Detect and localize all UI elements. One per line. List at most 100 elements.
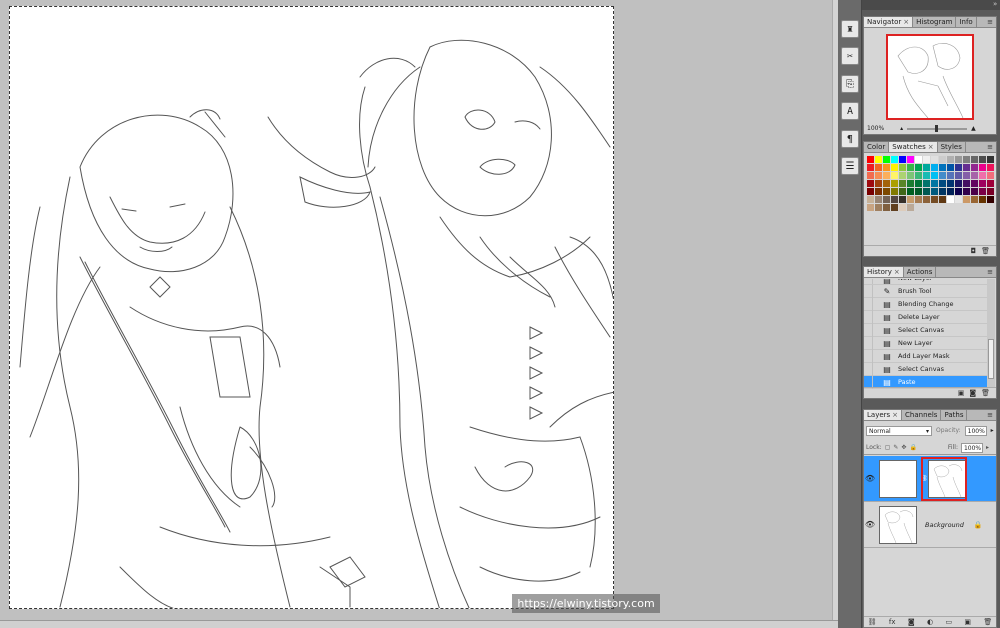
swatch-color[interactable] [955, 196, 963, 204]
add-mask-icon[interactable]: ◙ [908, 618, 915, 626]
tab-color[interactable]: Color [864, 142, 890, 152]
swatch-color[interactable] [939, 196, 947, 204]
swatch-color[interactable] [891, 180, 899, 188]
history-item[interactable]: ▤ Delete Layer [864, 310, 988, 324]
swatch-color[interactable] [931, 164, 939, 172]
swatch-color[interactable] [875, 156, 883, 164]
swatch-color[interactable] [867, 196, 875, 204]
zoom-out-icon[interactable]: ▴ [900, 125, 903, 132]
new-document-icon[interactable]: ▣ [958, 389, 965, 397]
history-scrollbar[interactable] [987, 279, 995, 387]
clone-source-icon[interactable]: ⎘ [841, 75, 859, 93]
swatch-color[interactable] [963, 196, 971, 204]
swatch-color[interactable] [907, 180, 915, 188]
swatch-color[interactable] [939, 188, 947, 196]
swatch-color[interactable] [907, 172, 915, 180]
swatch-color[interactable] [875, 204, 883, 212]
panel-menu-icon[interactable]: ≡ [987, 143, 993, 151]
swatch-color[interactable] [915, 180, 923, 188]
swatch-color[interactable] [923, 180, 931, 188]
new-layer-icon[interactable]: ▣ [964, 618, 971, 626]
swatch-color[interactable] [907, 204, 915, 212]
swatch-color[interactable] [947, 156, 955, 164]
swatch-color[interactable] [891, 188, 899, 196]
swatch-color[interactable] [899, 196, 907, 204]
layer-thumbnail[interactable] [879, 505, 917, 544]
fill-field[interactable]: 100% [960, 442, 983, 453]
swatch-color[interactable] [867, 180, 875, 188]
trash-icon[interactable]: 🗑 [983, 618, 992, 626]
opacity-field[interactable]: 100% [964, 425, 987, 436]
swatch-color[interactable] [947, 196, 955, 204]
swatch-color[interactable] [899, 204, 907, 212]
swatch-color[interactable] [867, 204, 875, 212]
panel-menu-icon[interactable]: ≡ [987, 18, 993, 26]
blend-mode-select[interactable]: Normal ▾ [866, 425, 932, 436]
swatch-color[interactable] [939, 164, 947, 172]
notes-icon[interactable]: ☰ [841, 157, 859, 175]
swatch-color[interactable] [883, 172, 891, 180]
swatch-color[interactable] [971, 196, 979, 204]
panel-menu-icon[interactable]: ≡ [987, 268, 993, 276]
close-icon[interactable]: × [928, 143, 934, 151]
swatch-color[interactable] [899, 188, 907, 196]
swatch-color[interactable] [907, 196, 915, 204]
swatch-color[interactable] [907, 156, 915, 164]
swatch-color[interactable] [891, 172, 899, 180]
tab-channels[interactable]: Channels [902, 410, 942, 420]
swatch-color[interactable] [987, 196, 995, 204]
swatch-color[interactable] [883, 188, 891, 196]
eye-icon[interactable]: 👁 [864, 520, 876, 529]
zoom-slider[interactable] [907, 124, 968, 132]
swatch-color[interactable] [955, 164, 963, 172]
swatch-color[interactable] [987, 156, 995, 164]
fill-arrow-icon[interactable]: ▸ [986, 444, 989, 451]
swatch-color[interactable] [947, 172, 955, 180]
swatch-color[interactable] [907, 188, 915, 196]
history-item[interactable]: ▤ Add Layer Mask [864, 349, 988, 363]
panel-menu-icon[interactable]: ≡ [987, 411, 993, 419]
history-checkbox[interactable] [864, 362, 873, 376]
swatch-color[interactable] [979, 156, 987, 164]
swatch-color[interactable] [931, 180, 939, 188]
swatch-color[interactable] [891, 164, 899, 172]
swatch-color[interactable] [883, 196, 891, 204]
swatch-color[interactable] [923, 164, 931, 172]
swatch-color[interactable] [947, 164, 955, 172]
layer-thumbnail[interactable] [879, 459, 917, 498]
swatch-color[interactable] [955, 156, 963, 164]
history-checkbox[interactable] [864, 323, 873, 337]
trash-icon[interactable]: 🗑 [981, 389, 990, 397]
swatch-color[interactable] [939, 180, 947, 188]
swatch-color[interactable] [931, 156, 939, 164]
swatch-color[interactable] [891, 204, 899, 212]
swatch-color[interactable] [899, 156, 907, 164]
tab-styles[interactable]: Styles [938, 142, 966, 152]
history-item[interactable]: ✎ Brush Tool [864, 284, 988, 298]
swatch-color[interactable] [971, 156, 979, 164]
swatch-color[interactable] [867, 188, 875, 196]
swatch-color[interactable] [875, 196, 883, 204]
lock-all-icon[interactable]: 🔒 [909, 444, 916, 451]
swatch-color[interactable] [875, 172, 883, 180]
swatch-color[interactable] [987, 188, 995, 196]
zoom-in-icon[interactable]: ▲ [971, 125, 976, 132]
swatch-color[interactable] [947, 188, 955, 196]
adjustment-layer-icon[interactable]: ◐ [927, 618, 933, 626]
swatch-color[interactable] [971, 172, 979, 180]
swatch-color[interactable] [963, 188, 971, 196]
lock-move-icon[interactable]: ✥ [901, 444, 906, 451]
history-checkbox[interactable] [864, 310, 873, 324]
history-checkbox[interactable] [864, 297, 873, 311]
swatch-color[interactable] [915, 172, 923, 180]
lock-brush-icon[interactable]: ✎ [893, 444, 898, 451]
navigator-preview[interactable] [886, 34, 974, 120]
swatch-color[interactable] [939, 156, 947, 164]
swatch-color[interactable] [875, 180, 883, 188]
swatch-color[interactable] [955, 172, 963, 180]
swatch-color[interactable] [915, 156, 923, 164]
snapshot-icon[interactable]: ◙ [969, 389, 976, 397]
history-checkbox[interactable] [864, 336, 873, 350]
swatch-color[interactable] [955, 180, 963, 188]
swatch-color[interactable] [923, 196, 931, 204]
